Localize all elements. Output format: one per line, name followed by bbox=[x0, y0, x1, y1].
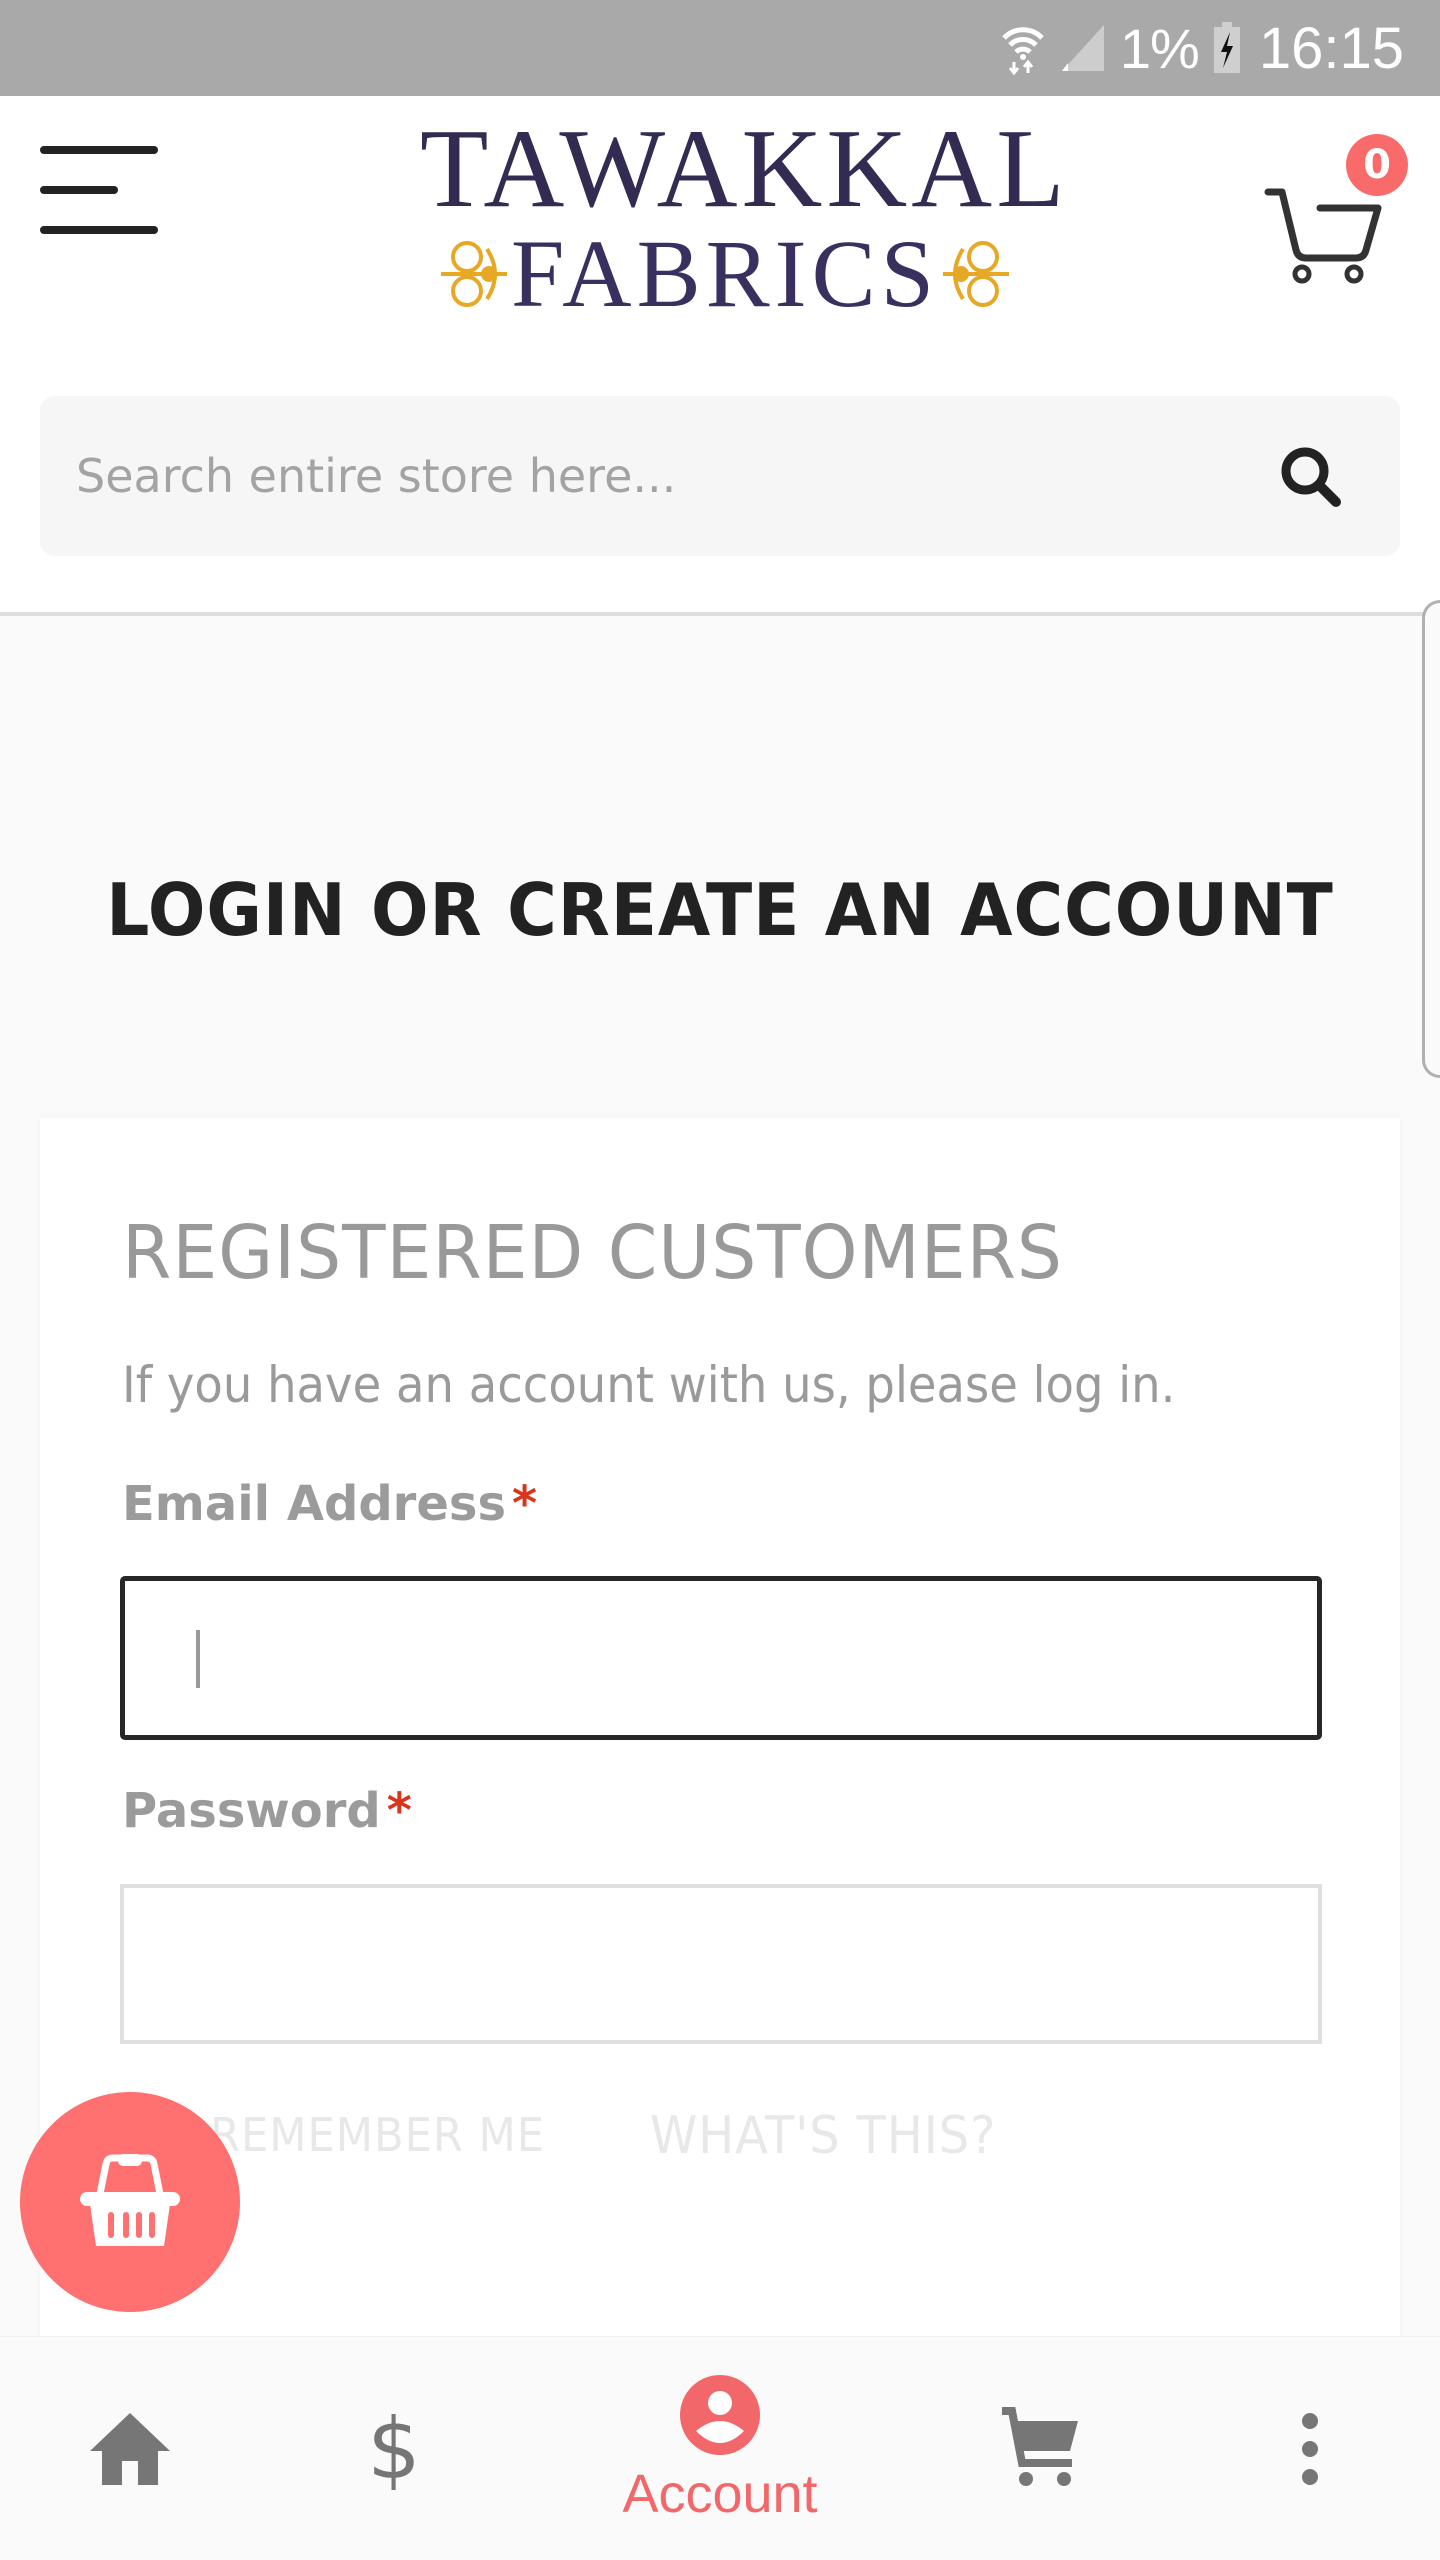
email-label-text: Email Address bbox=[122, 1476, 507, 1532]
basket-icon bbox=[80, 2154, 180, 2246]
email-field[interactable] bbox=[120, 1576, 1322, 1740]
cart-count-badge: 0 bbox=[1346, 134, 1408, 196]
search-button[interactable] bbox=[1250, 416, 1370, 536]
header-cart-button[interactable]: 0 bbox=[1262, 134, 1412, 284]
section-title: REGISTERED CUSTOMERS bbox=[122, 1210, 1063, 1296]
hamburger-icon-line bbox=[40, 226, 158, 234]
account-icon bbox=[680, 2375, 760, 2455]
search-bar bbox=[40, 396, 1400, 556]
whats-this-link[interactable]: WHAT'S THIS? bbox=[650, 2106, 996, 2166]
ornament-icon bbox=[440, 241, 507, 307]
nav-currency[interactable]: $ bbox=[334, 2337, 454, 2560]
nav-more[interactable] bbox=[1250, 2337, 1370, 2560]
home-icon bbox=[90, 2413, 170, 2485]
nav-account[interactable]: Account bbox=[560, 2337, 880, 2560]
clock: 16:15 bbox=[1258, 15, 1404, 81]
required-mark: * bbox=[386, 1783, 412, 1839]
hamburger-menu-button[interactable] bbox=[38, 136, 162, 234]
page-title: LOGIN OR CREATE AN ACCOUNT bbox=[106, 868, 1334, 952]
registered-customers-card: REGISTERED CUSTOMERS If you have an acco… bbox=[40, 1118, 1400, 2458]
section-intro: If you have an account with us, please l… bbox=[122, 1356, 1176, 1414]
hamburger-icon-line bbox=[40, 186, 118, 194]
bottom-navigation: $ Account bbox=[0, 2336, 1440, 2560]
password-label: Password * bbox=[122, 1783, 412, 1839]
floating-basket-button[interactable] bbox=[20, 2092, 240, 2312]
brand-logo[interactable]: TAWAKKAL FABRICS bbox=[420, 107, 1069, 324]
screen: 1% 16:15 TAWAKKAL FABRICS 0 Search entir… bbox=[0, 0, 1440, 2560]
more-vertical-icon bbox=[1302, 2413, 1318, 2485]
battery-percent: 1% bbox=[1119, 16, 1200, 80]
battery-charging-icon bbox=[1213, 22, 1241, 74]
search-input[interactable] bbox=[40, 396, 1250, 556]
logo-line1: TAWAKKAL bbox=[420, 107, 1069, 231]
remember-me-checkbox[interactable]: REMEMBER ME bbox=[210, 2108, 545, 2162]
status-bar: 1% 16:15 bbox=[0, 0, 1440, 96]
side-drawer-handle[interactable] bbox=[1422, 600, 1440, 1078]
nav-account-label: Account bbox=[622, 2464, 818, 2524]
password-label-text: Password bbox=[122, 1783, 381, 1839]
nav-home[interactable] bbox=[70, 2337, 190, 2560]
required-mark: * bbox=[512, 1476, 538, 1532]
logo-line2: FABRICS bbox=[510, 220, 940, 327]
signal-icon bbox=[1060, 23, 1106, 73]
site-header: TAWAKKAL FABRICS 0 Search entire store h… bbox=[0, 96, 1440, 616]
email-label: Email Address * bbox=[122, 1476, 537, 1532]
nav-cart[interactable] bbox=[980, 2337, 1100, 2560]
wifi-data-icon bbox=[1000, 20, 1046, 76]
hamburger-icon-line bbox=[40, 146, 158, 154]
cart-icon bbox=[1002, 2407, 1078, 2486]
search-icon bbox=[1281, 447, 1341, 507]
ornament-icon bbox=[943, 241, 1010, 307]
dollar-icon: $ bbox=[367, 2400, 421, 2498]
text-caret bbox=[196, 1630, 200, 1688]
password-field[interactable] bbox=[120, 1884, 1322, 2044]
